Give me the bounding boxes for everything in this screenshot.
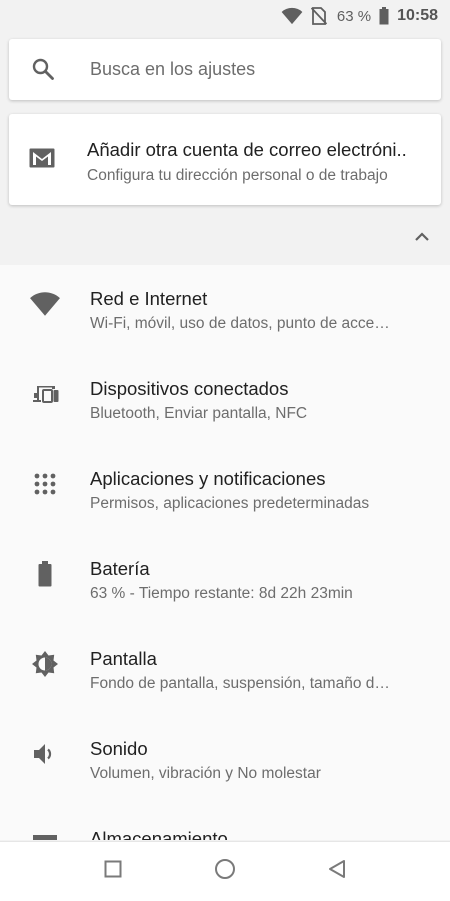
volume-icon [28,737,62,771]
settings-item-connected-devices[interactable]: Dispositivos conectados Bluetooth, Envia… [0,355,450,445]
settings-item-summary: Bluetooth, Enviar pantalla, NFC [90,405,308,422]
recents-icon [104,860,122,883]
battery-percentage: 63 % [336,7,372,25]
settings-item-apps[interactable]: Aplicaciones y notificaciones Permisos, … [0,445,450,535]
no-sim-icon [310,7,327,25]
search-bar[interactable]: Busca en los ajustes [9,39,441,100]
settings-item-battery[interactable]: Batería 63 % - Tiempo restante: 8d 22h 2… [0,535,450,625]
settings-item-storage[interactable]: Almacenamiento [0,805,450,840]
home-icon [214,858,236,885]
battery-icon [28,557,62,591]
settings-item-display[interactable]: Pantalla Fondo de pantalla, suspensión, … [0,625,450,715]
settings-item-title: Red e Internet [90,288,208,309]
settings-item-title: Dispositivos conectados [90,378,289,399]
settings-item-title: Batería [90,558,150,579]
search-icon [31,57,55,86]
back-icon [327,859,347,884]
settings-item-summary: Permisos, aplicaciones predeterminadas [90,495,370,512]
suggestion-subtitle: Configura tu dirección personal o de tra… [87,167,388,184]
brightness-icon [28,647,62,681]
settings-item-network[interactable]: Red e Internet Wi-Fi, móvil, uso de dato… [0,265,450,355]
status-bar: 63 % 10:58 [0,0,450,32]
wifi-icon [281,7,303,25]
settings-item-title: Aplicaciones y notificaciones [90,468,326,489]
home-button[interactable] [203,854,247,888]
battery-icon [379,7,389,25]
settings-item-summary: 63 % - Tiempo restante: 8d 22h 23min [90,585,353,602]
settings-item-summary: Fondo de pantalla, suspensión, tamaño d… [90,675,390,692]
navigation-bar [0,841,450,901]
apps-grid-icon [28,467,62,501]
settings-item-summary: Volumen, vibración y No molestar [90,765,321,782]
wifi-icon [28,287,62,321]
suggestion-title: Añadir otra cuenta de correo electróni.. [87,139,407,160]
settings-item-sound[interactable]: Sonido Volumen, vibración y No molestar [0,715,450,805]
chevron-up-icon [414,229,430,247]
settings-item-summary: Wi-Fi, móvil, uso de datos, punto de acc… [90,315,390,332]
settings-item-title: Almacenamiento [90,828,228,840]
clock: 10:58 [397,7,438,24]
connected-devices-icon [28,377,62,411]
gmail-icon [29,148,55,173]
collapse-suggestions-button[interactable] [402,222,442,254]
recents-button[interactable] [91,854,135,888]
settings-item-title: Sonido [90,738,148,759]
add-email-account-suggestion[interactable]: Añadir otra cuenta de correo electróni..… [9,114,441,205]
settings-list: Red e Internet Wi-Fi, móvil, uso de dato… [0,265,450,840]
storage-icon [28,827,62,840]
back-button[interactable] [315,854,359,888]
settings-item-title: Pantalla [90,648,157,669]
search-placeholder: Busca en los ajustes [90,59,256,79]
